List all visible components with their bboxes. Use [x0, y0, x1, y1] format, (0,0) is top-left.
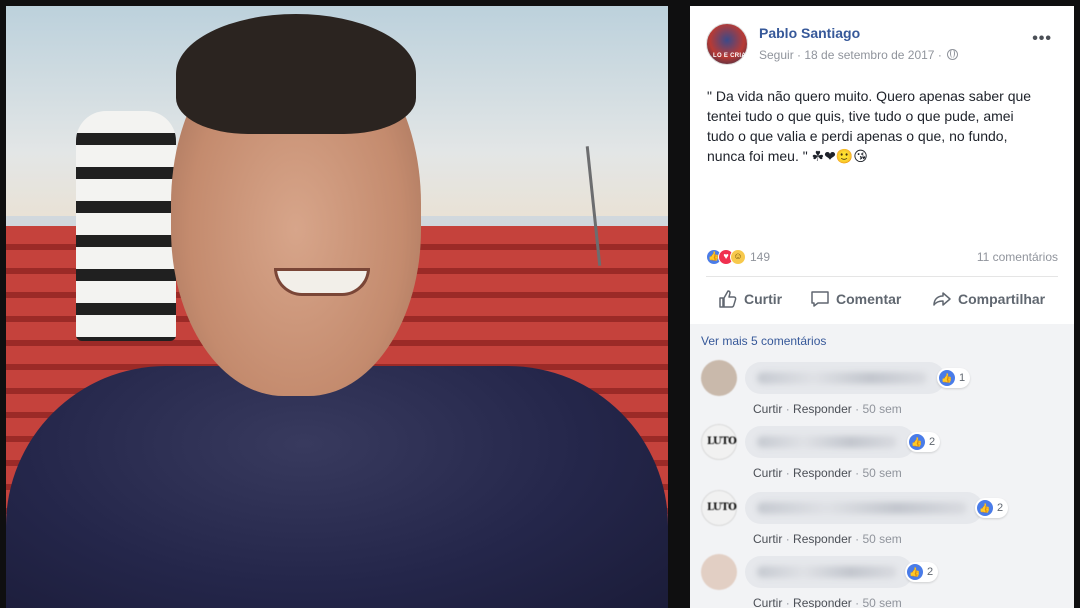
- comment-time[interactable]: 50 sem: [862, 532, 901, 546]
- comment-bubble-blurred: [745, 426, 915, 458]
- comment-likes: 2: [927, 566, 934, 578]
- post-text-line-end: nunca foi meu. ": [707, 148, 808, 164]
- share-button[interactable]: Compartilhar: [932, 286, 1045, 312]
- haha-icon: ☺: [730, 249, 746, 265]
- like-button-label: Curtir: [744, 291, 783, 307]
- comment-reply-link[interactable]: Responder: [793, 596, 852, 608]
- like-icon: 👍: [907, 564, 923, 580]
- commenter-avatar[interactable]: LUTO: [701, 490, 737, 526]
- comment-time[interactable]: 50 sem: [862, 402, 901, 416]
- share-icon: [933, 292, 951, 306]
- post-photo[interactable]: [6, 6, 668, 608]
- post-header: LO E CRIA Pablo Santiago Seguir · 18 de …: [706, 20, 1058, 70]
- comment-reply-link[interactable]: Responder: [793, 402, 852, 416]
- more-options-icon[interactable]: •••: [1032, 30, 1052, 48]
- post-text-line: tudo o que valia e perdi apenas o que, n…: [707, 128, 1008, 144]
- comment-time[interactable]: 50 sem: [862, 466, 901, 480]
- post-text-line: tentei tudo o que quis, tive tudo o que …: [707, 108, 1014, 124]
- separator: ·: [785, 596, 790, 608]
- comment-item: 👍 2 Curtir · Responder · 50 sem: [701, 554, 1061, 608]
- post-meta: Seguir · 18 de setembro de 2017 ·: [759, 48, 959, 62]
- comment-button-label: Comentar: [836, 291, 902, 307]
- avatar-caption: LO E CRIA: [713, 53, 747, 59]
- like-button[interactable]: Curtir: [718, 286, 782, 312]
- comment-likes: 2: [997, 502, 1004, 514]
- comment-actions: Curtir · Responder · 50 sem: [753, 402, 902, 416]
- comment-like-link[interactable]: Curtir: [753, 532, 782, 546]
- post-actions: Curtir Comentar Compartilhar: [706, 282, 1058, 316]
- blurred-comment-text: [757, 436, 897, 448]
- comment-item: LUTO 👍 2 Curtir · Responder · 50 sem: [701, 424, 1061, 488]
- comment-count[interactable]: 11 comentários: [977, 250, 1058, 264]
- separator: ·: [785, 532, 790, 546]
- reaction-count[interactable]: 149: [750, 250, 770, 264]
- author-name[interactable]: Pablo Santiago: [759, 25, 860, 41]
- author-avatar[interactable]: LO E CRIA: [706, 23, 748, 65]
- like-icon: 👍: [909, 434, 925, 450]
- comment-like-link[interactable]: Curtir: [753, 402, 782, 416]
- separator: ·: [855, 466, 860, 480]
- like-icon: 👍: [939, 370, 955, 386]
- comment-actions: Curtir · Responder · 50 sem: [753, 532, 902, 546]
- separator: ·: [855, 596, 860, 608]
- comment-like-count[interactable]: 👍 2: [975, 498, 1009, 518]
- post-side-panel: LO E CRIA Pablo Santiago Seguir · 18 de …: [690, 6, 1074, 608]
- thumbs-up-icon: [719, 290, 737, 308]
- comments-section: Ver mais 5 comentários 👍 1 Curtir · Resp…: [690, 324, 1074, 608]
- comment-icon: [811, 291, 829, 307]
- comment-actions: Curtir · Responder · 50 sem: [753, 466, 902, 480]
- avatar-luto-text: LUTO: [707, 502, 737, 513]
- comment-like-link[interactable]: Curtir: [753, 466, 782, 480]
- comment-actions: Curtir · Responder · 50 sem: [753, 596, 902, 608]
- post-text-line: " Da vida não quero muito. Quero apenas …: [707, 88, 1032, 104]
- comment-time[interactable]: 50 sem: [862, 596, 901, 608]
- comment-reply-link[interactable]: Responder: [793, 466, 852, 480]
- photo-person-smile: [274, 268, 370, 296]
- meta-separator: ·: [937, 48, 942, 62]
- post-date[interactable]: 18 de setembro de 2017: [804, 48, 934, 62]
- meta-separator: ·: [797, 48, 802, 62]
- comment-button[interactable]: Comentar: [810, 286, 901, 312]
- separator: ·: [855, 532, 860, 546]
- separator: ·: [785, 466, 790, 480]
- separator: ·: [855, 402, 860, 416]
- blurred-comment-text: [757, 372, 927, 384]
- comment-item: LUTO 👍 2 Curtir · Responder · 50 sem: [701, 490, 1061, 554]
- commenter-avatar[interactable]: LUTO: [701, 424, 737, 460]
- follow-link[interactable]: Seguir: [759, 48, 794, 62]
- divider: [706, 276, 1058, 277]
- separator: ·: [785, 402, 790, 416]
- see-more-comments-link[interactable]: Ver mais 5 comentários: [701, 334, 826, 348]
- comment-bubble-blurred: [745, 556, 913, 588]
- commenter-avatar[interactable]: [701, 360, 737, 396]
- post-text: " Da vida não quero muito. Quero apenas …: [707, 86, 1057, 167]
- blurred-comment-text: [757, 566, 897, 578]
- comment-bubble-blurred: [745, 362, 945, 394]
- avatar-luto-text: LUTO: [707, 436, 737, 447]
- comment-item: 👍 1 Curtir · Responder · 50 sem: [701, 360, 1061, 424]
- blurred-comment-text: [757, 502, 967, 514]
- comment-likes: 2: [929, 436, 936, 448]
- photo-blurred-bystander: [76, 111, 176, 341]
- like-icon: 👍: [977, 500, 993, 516]
- globe-icon: [947, 49, 959, 60]
- photo-person-shirt: [6, 366, 668, 608]
- commenter-avatar[interactable]: [701, 554, 737, 590]
- comment-like-link[interactable]: Curtir: [753, 596, 782, 608]
- photo-person-hair: [176, 14, 416, 134]
- post-text-line: nunca foi meu. " ☘❤🙂😘: [707, 146, 1057, 167]
- comment-bubble-blurred: [745, 492, 983, 524]
- comment-like-count[interactable]: 👍 2: [907, 432, 941, 452]
- share-button-label: Compartilhar: [958, 291, 1046, 307]
- comment-like-count[interactable]: 👍 2: [905, 562, 939, 582]
- post-emojis: ☘❤🙂😘: [811, 149, 868, 165]
- comment-likes: 1: [959, 372, 966, 384]
- comment-like-count[interactable]: 👍 1: [937, 368, 971, 388]
- comment-reply-link[interactable]: Responder: [793, 532, 852, 546]
- screen-frame: LO E CRIA Pablo Santiago Seguir · 18 de …: [0, 0, 1080, 608]
- reactions-bar: 👍 ♥ ☺ 149 11 comentários: [706, 248, 1058, 268]
